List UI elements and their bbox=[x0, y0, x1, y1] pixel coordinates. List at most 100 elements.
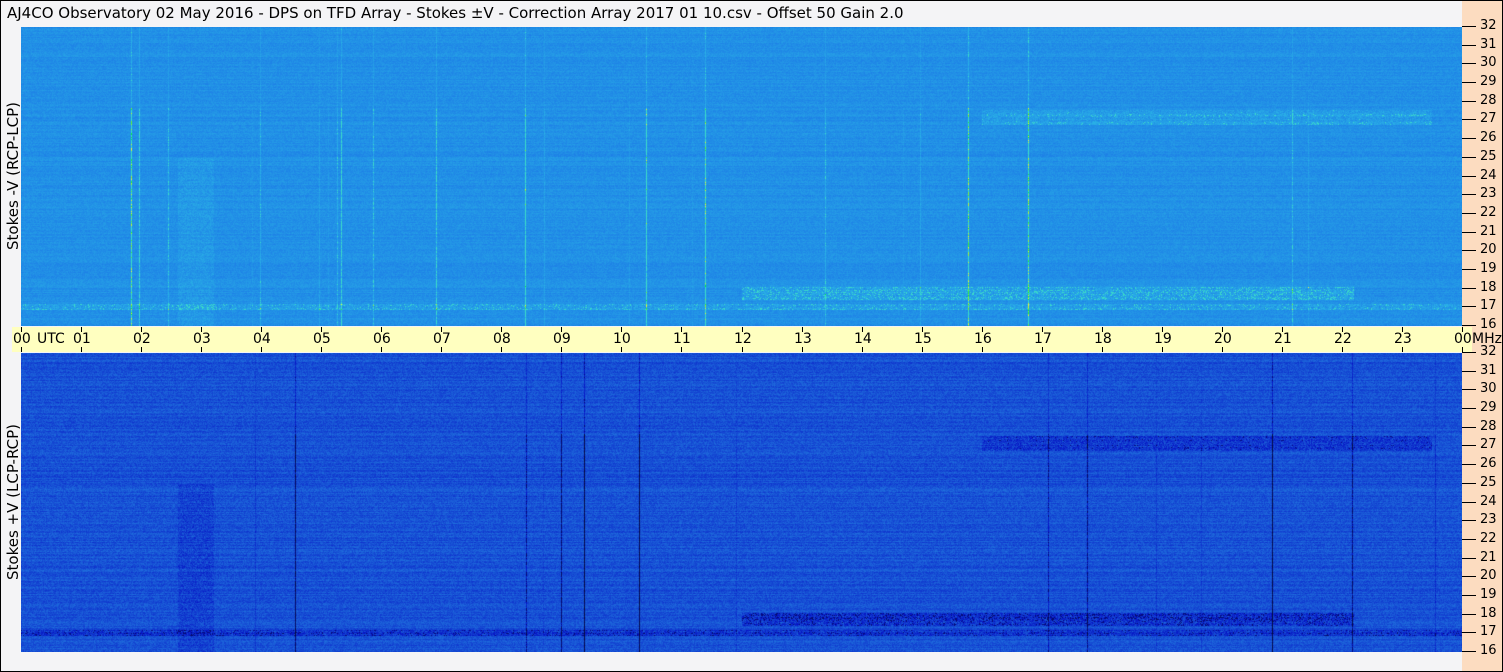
time-tick-label: 08 bbox=[493, 331, 511, 347]
freq-tick-label: 16 bbox=[1480, 317, 1497, 332]
freq-tick-label: 21 bbox=[1480, 224, 1497, 239]
time-tick-label: 16 bbox=[974, 331, 992, 347]
time-tick-label: 07 bbox=[433, 331, 451, 347]
time-tick bbox=[802, 347, 803, 352]
freq-tick bbox=[1462, 389, 1476, 390]
freq-tick bbox=[1462, 427, 1476, 428]
freq-tick bbox=[1462, 595, 1476, 596]
freq-tick-label: 17 bbox=[1480, 298, 1497, 313]
time-tick bbox=[922, 347, 923, 352]
time-tick bbox=[561, 347, 562, 352]
time-tick bbox=[1102, 347, 1103, 352]
freq-tick bbox=[1462, 483, 1476, 484]
freq-tick-label: 32 bbox=[1480, 18, 1497, 33]
freq-tick bbox=[1462, 250, 1476, 251]
stokes-minus-v-spectrogram bbox=[21, 27, 1462, 326]
freq-tick bbox=[1462, 325, 1476, 326]
freq-tick bbox=[1462, 576, 1476, 577]
time-tick bbox=[81, 347, 82, 352]
freq-tick bbox=[1462, 194, 1476, 195]
time-tick-label: 23 bbox=[1394, 331, 1412, 347]
freq-tick-label: 27 bbox=[1480, 437, 1497, 452]
time-tick bbox=[441, 347, 442, 352]
time-tick bbox=[1402, 347, 1403, 352]
freq-tick-label: 27 bbox=[1480, 111, 1497, 126]
time-tick bbox=[21, 347, 22, 352]
freq-tick-label: 29 bbox=[1480, 400, 1497, 415]
freq-tick bbox=[1462, 26, 1476, 27]
freq-tick bbox=[1462, 138, 1476, 139]
time-tick bbox=[321, 347, 322, 352]
freq-tick bbox=[1462, 464, 1476, 465]
time-tick bbox=[501, 347, 502, 352]
time-tick-label: 01 bbox=[73, 331, 91, 347]
time-tick bbox=[1342, 347, 1343, 352]
freq-tick bbox=[1462, 371, 1476, 372]
freq-tick bbox=[1462, 157, 1476, 158]
freq-tick bbox=[1462, 632, 1476, 633]
time-tick bbox=[982, 347, 983, 352]
freq-tick bbox=[1462, 306, 1476, 307]
freq-tick bbox=[1462, 520, 1476, 521]
freq-tick bbox=[1462, 502, 1476, 503]
freq-tick-label: 25 bbox=[1480, 149, 1497, 164]
utc-label: UTC bbox=[37, 331, 65, 347]
time-tick-label: 10 bbox=[613, 331, 631, 347]
freq-tick bbox=[1462, 539, 1476, 540]
freq-tick-label: 17 bbox=[1480, 624, 1497, 639]
time-tick-label: 02 bbox=[133, 331, 151, 347]
time-tick bbox=[681, 347, 682, 352]
freq-tick bbox=[1462, 445, 1476, 446]
time-tick-label: 00 bbox=[1454, 331, 1472, 347]
freq-tick bbox=[1462, 288, 1476, 289]
freq-tick-label: 31 bbox=[1480, 363, 1497, 378]
time-tick-label: 22 bbox=[1334, 331, 1352, 347]
time-tick-label: 21 bbox=[1274, 331, 1292, 347]
top-y-axis-label: Stokes -V (RCP-LCP) bbox=[4, 102, 22, 250]
freq-tick-label: 18 bbox=[1480, 606, 1497, 621]
freq-tick-label: 22 bbox=[1480, 205, 1497, 220]
time-tick-label: 09 bbox=[553, 331, 571, 347]
time-tick bbox=[201, 347, 202, 352]
freq-tick bbox=[1462, 269, 1476, 270]
time-tick bbox=[1282, 347, 1283, 352]
time-tick-label: 13 bbox=[794, 331, 812, 347]
freq-tick-label: 21 bbox=[1480, 550, 1497, 565]
freq-tick-label: 28 bbox=[1480, 93, 1497, 108]
time-tick bbox=[1162, 347, 1163, 352]
time-tick-label: 04 bbox=[253, 331, 271, 347]
freq-tick-label: 29 bbox=[1480, 74, 1497, 89]
bottom-y-axis-label: Stokes +V (LCP-RCP) bbox=[4, 424, 22, 580]
freq-tick-label: 16 bbox=[1480, 643, 1497, 658]
freq-tick-label: 30 bbox=[1480, 381, 1497, 396]
chart-title: AJ4CO Observatory 02 May 2016 - DPS on T… bbox=[7, 4, 904, 22]
time-tick bbox=[141, 347, 142, 352]
freq-tick-label: 32 bbox=[1480, 344, 1497, 359]
time-tick-label: 05 bbox=[313, 331, 331, 347]
freq-tick bbox=[1462, 408, 1476, 409]
freq-tick-label: 26 bbox=[1480, 130, 1497, 145]
freq-tick-label: 28 bbox=[1480, 419, 1497, 434]
time-tick bbox=[1222, 347, 1223, 352]
freq-tick bbox=[1462, 651, 1476, 652]
freq-tick-label: 23 bbox=[1480, 512, 1497, 527]
time-tick bbox=[381, 347, 382, 352]
freq-tick-label: 24 bbox=[1480, 494, 1497, 509]
freq-tick bbox=[1462, 176, 1476, 177]
freq-tick-label: 26 bbox=[1480, 456, 1497, 471]
freq-tick bbox=[1462, 63, 1476, 64]
freq-tick-label: 24 bbox=[1480, 168, 1497, 183]
freq-tick-label: 25 bbox=[1480, 475, 1497, 490]
freq-tick bbox=[1462, 213, 1476, 214]
time-tick-label: 15 bbox=[914, 331, 932, 347]
time-tick-label: 03 bbox=[193, 331, 211, 347]
time-tick-label: 18 bbox=[1094, 331, 1112, 347]
freq-tick bbox=[1462, 119, 1476, 120]
freq-tick bbox=[1462, 614, 1476, 615]
time-tick-label: 14 bbox=[854, 331, 872, 347]
spectrogram-window: AJ4CO Observatory 02 May 2016 - DPS on T… bbox=[0, 0, 1503, 672]
freq-tick-label: 31 bbox=[1480, 37, 1497, 52]
time-tick bbox=[862, 347, 863, 352]
time-tick-label: 06 bbox=[373, 331, 391, 347]
time-tick bbox=[742, 347, 743, 352]
